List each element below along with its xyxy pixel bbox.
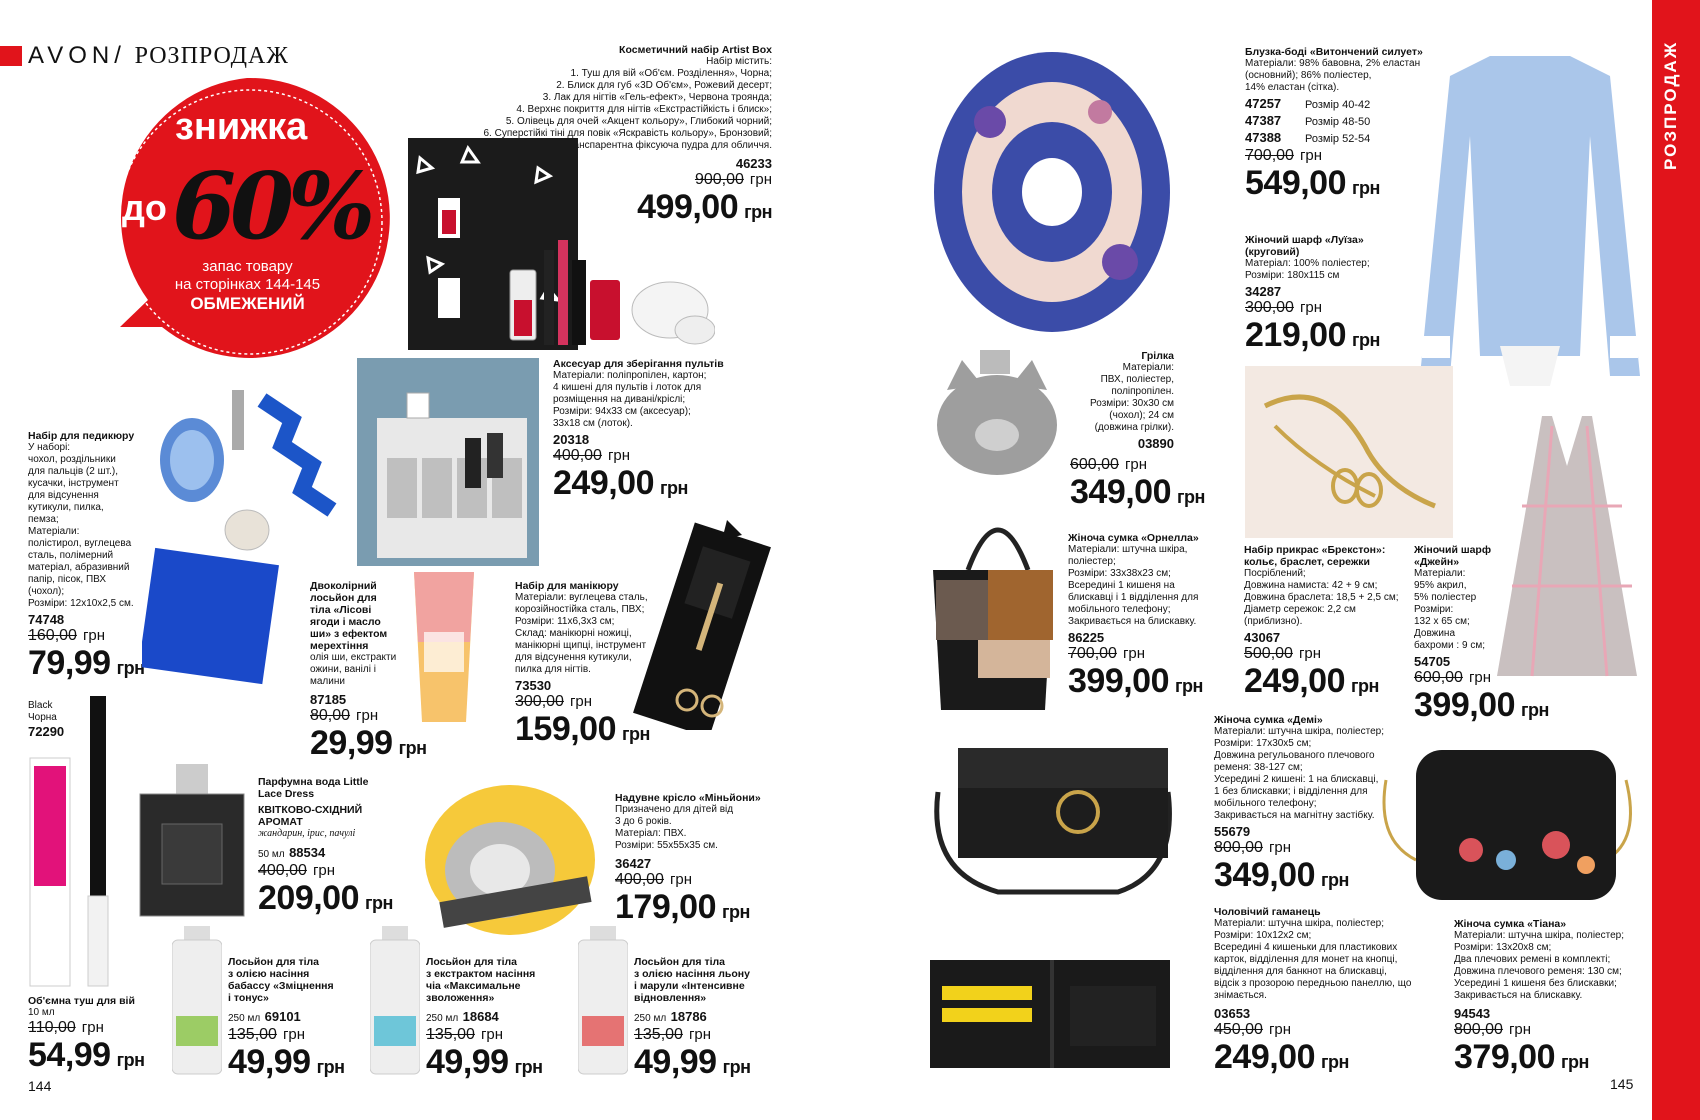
bag-tiana-image: [1376, 740, 1646, 910]
product-jewelry-set: Набір прикрас «Брекстон»: кольє, браслет…: [1244, 544, 1399, 700]
side-tab: РОЗПРОДАЖ: [1652, 0, 1700, 1120]
product-bag-ornella: Жіноча сумка «Орнелла» Матеріали: штучна…: [1068, 532, 1203, 700]
product-remote-organizer: Аксесуар для зберігання пультів Матеріал…: [553, 358, 724, 502]
scarf-luiza-image: [930, 42, 1175, 352]
product-heater: Грілка Матеріали: ПВХ, поліестер, поліпр…: [1090, 350, 1174, 451]
heater-price: 600,00 грн 349,00 грн: [1070, 456, 1205, 511]
remote-organizer-image: [357, 358, 539, 566]
product-wallet: Чоловічий гаманець Матеріали: штучна шкі…: [1214, 906, 1412, 1076]
section-marker: [0, 46, 22, 66]
product-flax-lotion: Лосьйон для тіла з олією насіння льону і…: [634, 956, 751, 1081]
product-scarf-luiza: Жіночий шарф «Луїза» (круговий) Матеріал…: [1245, 234, 1380, 354]
bag-demi-image: [928, 742, 1178, 902]
product-minion-chair: Надувне крісло «Міньйони» Призначено для…: [615, 792, 761, 926]
chia-lotion-image: [370, 926, 420, 1076]
flax-lotion-image: [578, 926, 628, 1076]
page-header: AVON/ РОЗПРОДАЖ: [28, 42, 289, 69]
two-color-lotion-image: [404, 572, 484, 722]
blouse-image: [1410, 46, 1650, 406]
manicure-set-image: [632, 510, 772, 730]
product-bag-tiana: Жіноча сумка «Тіана» Матеріали: штучна ш…: [1454, 918, 1624, 1076]
cosmetics-set-image: [500, 210, 715, 350]
jewelry-image: [1245, 366, 1453, 538]
wallet-image: [930, 958, 1170, 1070]
perfume-image: [138, 764, 246, 918]
product-perfume: Парфумна вода Little Lace Dress КВІТКОВО…: [258, 776, 393, 917]
bag-ornella-image: [928, 490, 1058, 715]
brand-logo: AVON: [28, 42, 115, 69]
section-title: РОЗПРОДАЖ: [134, 43, 289, 69]
product-mascara-info: Об'ємна туш для вій 10 мл 110,00 грн 54,9…: [28, 995, 145, 1074]
page-number-left: 144: [28, 1078, 52, 1094]
page-number-right: 145: [1610, 1076, 1634, 1092]
product-babassu-lotion: Лосьйон для тіла з олією насіння бабассу…: [228, 956, 345, 1081]
babassu-lotion-image: [172, 926, 222, 1076]
product-chia-lotion: Лосьйон для тіла з екстрактом насіння чі…: [426, 956, 543, 1081]
product-scarf-jane: Жіночий шарф «Джейн» Матеріали: 95% акри…: [1414, 544, 1549, 724]
minion-chair-image: [420, 770, 600, 940]
promo-badge: знижка до 60% запас товару на сторінках …: [100, 72, 395, 367]
